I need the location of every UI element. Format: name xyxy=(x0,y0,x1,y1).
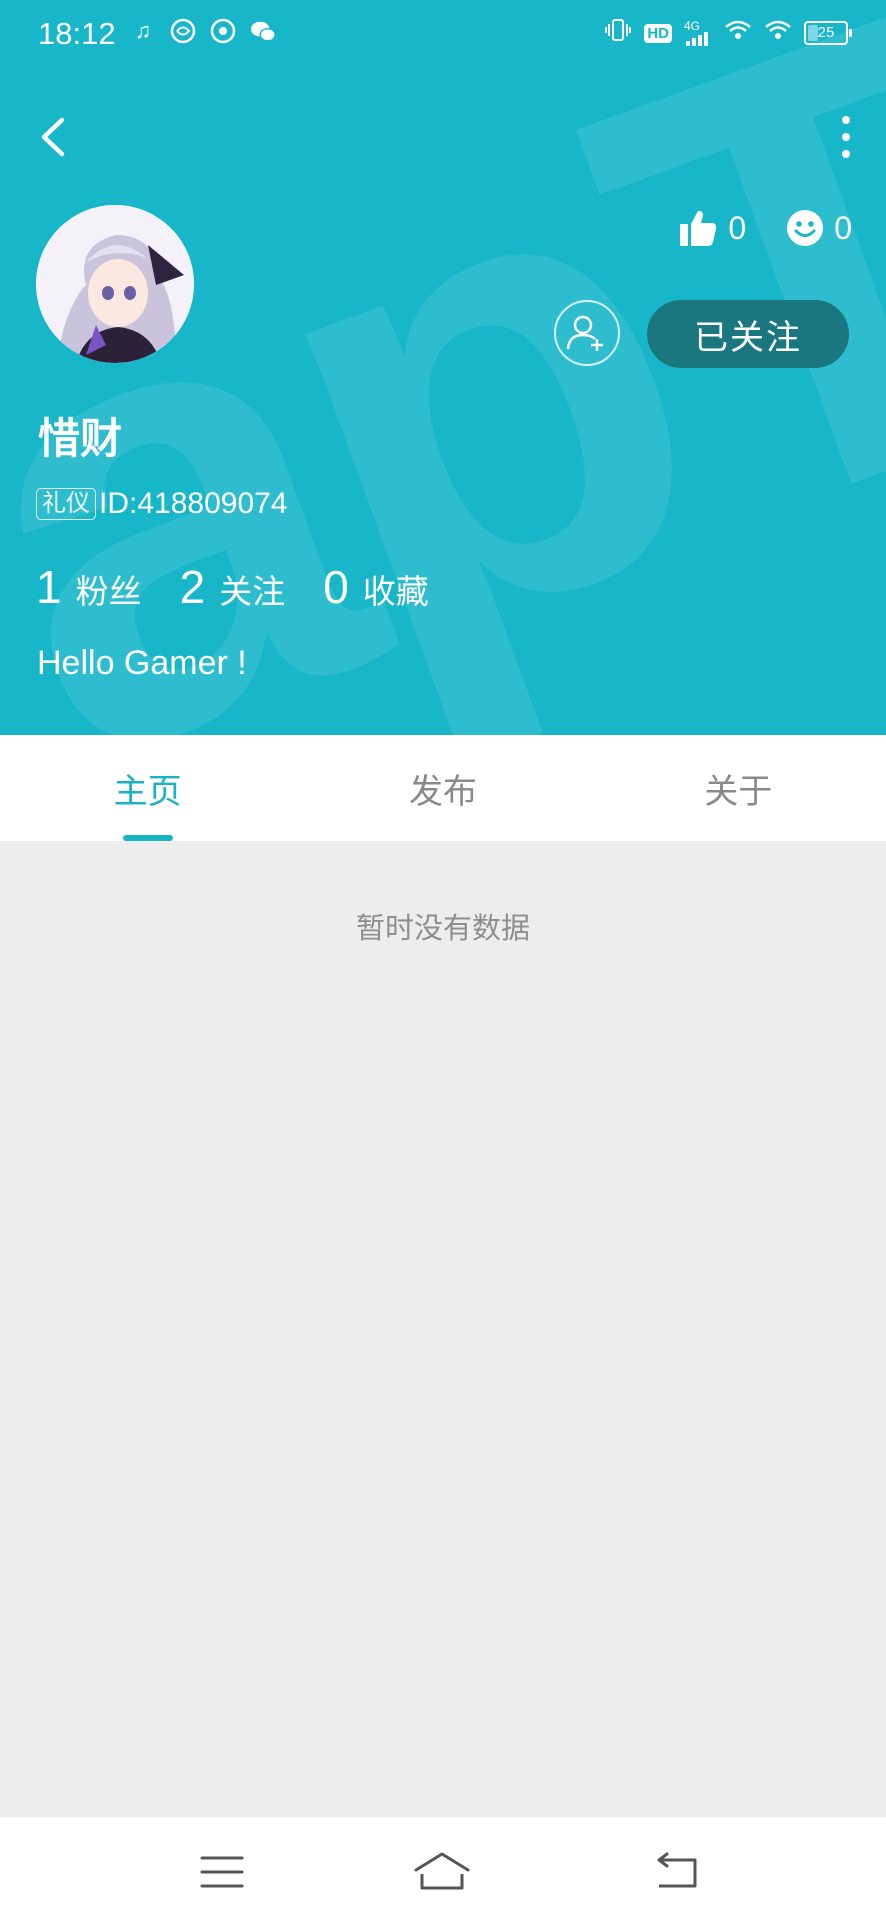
following-count[interactable]: 2 关注 xyxy=(180,560,286,614)
wifi-calling-icon xyxy=(724,18,752,48)
chevron-left-icon xyxy=(41,117,65,157)
home-icon xyxy=(414,1852,470,1890)
add-user-icon xyxy=(566,315,603,351)
battery-level: 25 xyxy=(817,24,835,41)
tab-home[interactable]: 主页 xyxy=(0,735,295,841)
back-button[interactable] xyxy=(30,110,80,164)
empty-state-text: 暂时没有数据 xyxy=(355,913,530,945)
tab-posts[interactable]: 发布 xyxy=(295,735,590,841)
app-notification-icon xyxy=(210,18,236,44)
back-nav-button[interactable] xyxy=(645,1847,705,1897)
profile-tabs: 主页 发布 关于 xyxy=(0,735,886,841)
menu-button[interactable] xyxy=(192,1847,252,1897)
followers-count[interactable]: 1 粉丝 xyxy=(36,560,142,614)
follow-button[interactable]: 已关注 xyxy=(647,300,849,368)
status-time: 18:12 xyxy=(38,16,116,51)
user-id: ID:418809074 xyxy=(99,487,288,520)
more-options-button[interactable] xyxy=(826,112,866,162)
user-bio: Hello Gamer ! xyxy=(37,644,247,682)
profile-header: apTa 18:12 ♫ HD 4G 25 0 0 已关注 惜财 礼仪 ID:4… xyxy=(0,0,886,735)
likes-stat[interactable]: 0 xyxy=(678,208,746,248)
id-row: 礼仪 ID:418809074 xyxy=(36,487,288,521)
hd-icon: HD xyxy=(644,23,672,43)
smiles-count: 0 xyxy=(834,209,852,246)
vibrate-icon xyxy=(604,18,632,48)
profile-counts: 1 粉丝 2 关注 0 收藏 xyxy=(36,560,429,614)
smiles-stat[interactable]: 0 xyxy=(786,209,852,247)
likes-count: 0 xyxy=(728,209,747,246)
music-icon: ♫ xyxy=(134,18,152,43)
smile-icon xyxy=(787,210,824,246)
avatar[interactable] xyxy=(36,205,194,363)
active-tab-indicator xyxy=(122,835,173,841)
wifi-icon xyxy=(764,18,792,48)
favorites-count[interactable]: 0 收藏 xyxy=(323,560,429,614)
user-tag-badge: 礼仪 xyxy=(36,488,96,520)
thumbs-up-icon xyxy=(680,210,717,246)
home-button[interactable] xyxy=(412,1847,472,1897)
wechat-icon xyxy=(250,18,276,44)
status-bar: 18:12 ♫ HD 4G 25 xyxy=(0,0,886,68)
add-friend-button[interactable] xyxy=(554,300,620,366)
network-type-label: 4G xyxy=(684,19,701,33)
mobile-carrier-icon xyxy=(170,18,196,44)
tab-about[interactable]: 关于 xyxy=(591,735,886,841)
system-nav-bar xyxy=(0,1817,886,1920)
menu-icon xyxy=(200,1856,244,1888)
return-icon xyxy=(657,1852,697,1888)
battery-icon: 25 xyxy=(804,21,852,45)
more-dot-icon xyxy=(842,116,850,124)
signal-icon: 4G xyxy=(684,20,712,46)
user-name: 惜财 xyxy=(38,415,123,462)
